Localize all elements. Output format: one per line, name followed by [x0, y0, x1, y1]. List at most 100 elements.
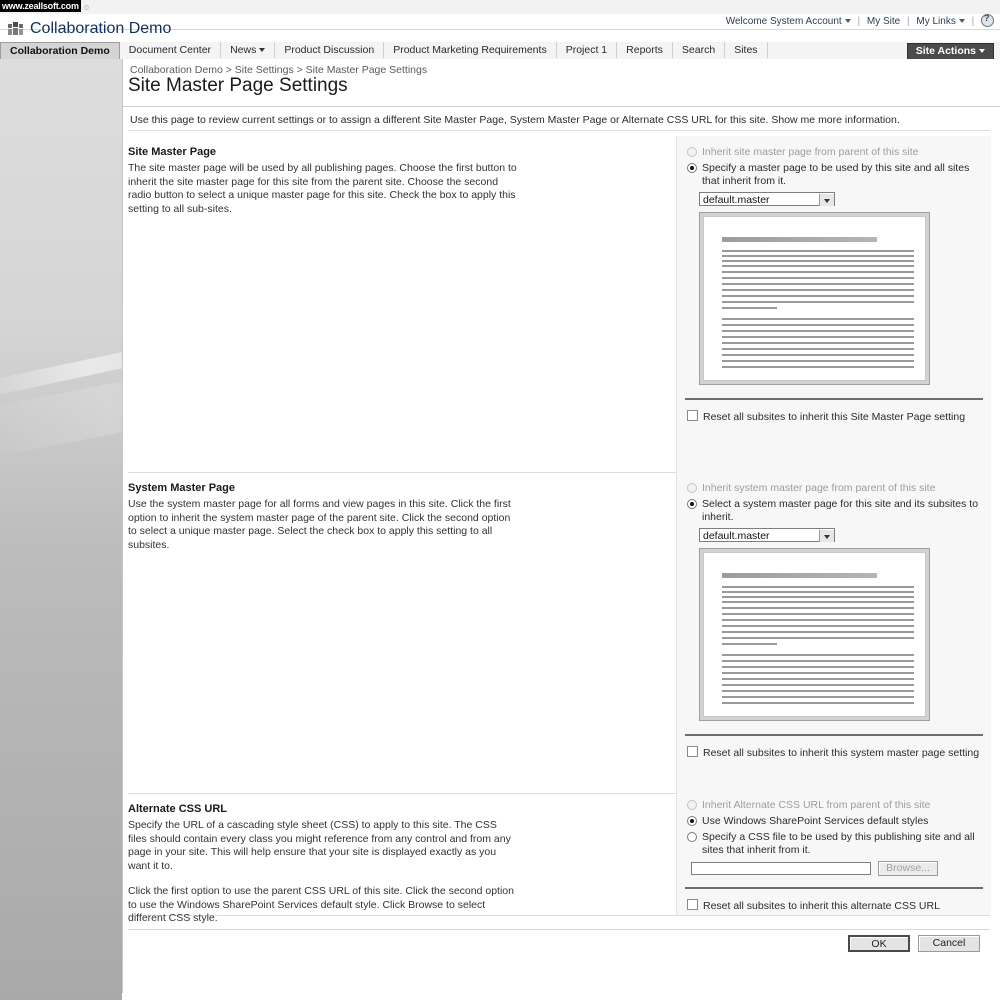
- chevron-down-icon[interactable]: [979, 48, 985, 53]
- tab-product-marketing-requirements[interactable]: Product Marketing Requirements: [384, 42, 557, 58]
- preview-line: [722, 277, 914, 279]
- radio-icon[interactable]: [687, 832, 697, 842]
- radio-default-styles[interactable]: Use Windows SharePoint Services default …: [685, 815, 983, 828]
- radio-specify-site-master-page[interactable]: Specify a master page to be used by this…: [685, 162, 983, 188]
- preview-line: [722, 637, 914, 639]
- preview-short-line: [722, 643, 777, 645]
- css-url-input[interactable]: [691, 861, 871, 875]
- preview-title-bar: [722, 573, 877, 578]
- tab-reports[interactable]: Reports: [617, 42, 673, 58]
- radio-label: Select a system master page for this sit…: [702, 498, 979, 523]
- checkbox-icon[interactable]: [687, 410, 698, 421]
- preview-line: [722, 601, 914, 603]
- preview-line: [722, 607, 914, 609]
- preview-line: [722, 586, 914, 588]
- radio-select-system-master-page[interactable]: Select a system master page for this sit…: [685, 498, 983, 524]
- preview-page-render: [703, 552, 926, 717]
- tab-news[interactable]: News: [221, 42, 276, 58]
- preview-line: [722, 631, 914, 633]
- welcome-menu[interactable]: Welcome System Account: [726, 16, 842, 27]
- separator: |: [906, 16, 910, 28]
- tab-product-discussion[interactable]: Product Discussion: [275, 42, 385, 58]
- checkbox-icon[interactable]: [687, 899, 698, 910]
- radio-icon[interactable]: [687, 483, 697, 493]
- chevron-down-icon[interactable]: [844, 19, 851, 23]
- cancel-button[interactable]: Cancel: [918, 935, 980, 952]
- site-master-page-selected-value: default.master: [703, 194, 770, 206]
- tab-label: News: [230, 44, 257, 56]
- radio-inherit-system-master-page[interactable]: Inherit system master page from parent o…: [685, 482, 983, 495]
- site-actions-menu[interactable]: Site Actions: [906, 43, 994, 60]
- checkbox-reset-site-master-page[interactable]: Reset all subsites to inherit this Site …: [685, 410, 983, 423]
- system-master-page-selected-value: default.master: [703, 530, 770, 542]
- tab-project-1[interactable]: Project 1: [557, 42, 618, 58]
- preview-line: [722, 613, 914, 615]
- top-navigation-tabs: Collaboration Demo Document Center News …: [0, 42, 1000, 60]
- preview-short-line: [722, 307, 777, 309]
- preview-line: [722, 591, 914, 593]
- watermark-bar: www.zeallsoft.com o: [0, 0, 1000, 15]
- tab-label: Document Center: [128, 44, 212, 56]
- css-url-input-field[interactable]: [692, 863, 870, 875]
- my-links-menu[interactable]: My Links: [916, 16, 955, 27]
- separator: |: [971, 16, 975, 28]
- preview-line: [722, 619, 914, 621]
- chevron-down-icon[interactable]: [958, 19, 965, 23]
- section-heading: Alternate CSS URL: [128, 803, 228, 815]
- tab-label: Collaboration Demo: [10, 45, 110, 57]
- chevron-down-icon[interactable]: [819, 529, 834, 542]
- preview-line: [722, 336, 914, 338]
- preview-line: [722, 255, 914, 257]
- preview-line: [722, 295, 914, 297]
- checkbox-reset-alternate-css[interactable]: Reset all subsites to inherit this alter…: [685, 899, 983, 912]
- radio-icon[interactable]: [687, 816, 697, 826]
- radio-label: Specify a master page to be used by this…: [702, 162, 970, 187]
- preview-line: [722, 678, 914, 680]
- chevron-down-icon[interactable]: [259, 47, 266, 52]
- radio-icon[interactable]: [687, 499, 697, 509]
- checkbox-label: Reset all subsites to inherit this syste…: [703, 747, 980, 759]
- my-site-link[interactable]: My Site: [867, 16, 900, 27]
- preview-line: [722, 354, 914, 356]
- tab-label: Search: [681, 44, 716, 56]
- site-master-page-description: Site Master Page The site master page wi…: [128, 136, 673, 216]
- section-heading: System Master Page: [128, 482, 235, 494]
- checkbox-reset-system-master-page[interactable]: Reset all subsites to inherit this syste…: [685, 746, 983, 759]
- page-description: Use this page to review current settings…: [130, 114, 900, 126]
- site-actions-label: Site Actions: [915, 45, 976, 57]
- browse-button[interactable]: Browse...: [878, 861, 939, 876]
- tab-label: Sites: [734, 44, 758, 56]
- people-group-icon: [8, 20, 24, 36]
- preview-line: [722, 666, 914, 668]
- tab-collaboration-demo[interactable]: Collaboration Demo: [0, 42, 120, 59]
- tab-search[interactable]: Search: [673, 42, 726, 58]
- checkbox-label: Reset all subsites to inherit this alter…: [703, 900, 940, 912]
- preview-line: [722, 660, 914, 662]
- preview-line: [722, 289, 914, 291]
- checkbox-icon[interactable]: [687, 746, 698, 757]
- radio-inherit-site-master-page[interactable]: Inherit site master page from parent of …: [685, 146, 983, 159]
- tab-document-center[interactable]: Document Center: [120, 42, 222, 58]
- tab-sites[interactable]: Sites: [725, 42, 768, 58]
- radio-label: Inherit Alternate CSS URL from parent of…: [702, 799, 931, 811]
- global-links: Welcome System Account | My Site | My Li…: [726, 13, 994, 28]
- preview-line: [722, 360, 914, 362]
- preview-line: [722, 696, 914, 698]
- ok-button[interactable]: OK: [848, 935, 910, 952]
- system-master-page-select[interactable]: default.master: [699, 528, 835, 542]
- site-master-page-select[interactable]: default.master: [699, 192, 835, 206]
- preview-line: [722, 283, 914, 285]
- chevron-down-icon[interactable]: [819, 193, 834, 206]
- radio-icon[interactable]: [687, 800, 697, 810]
- radio-specify-css-file[interactable]: Specify a CSS file to be used by this pu…: [685, 831, 983, 857]
- radio-icon[interactable]: [687, 163, 697, 173]
- help-icon[interactable]: [981, 13, 994, 27]
- radio-inherit-alternate-css[interactable]: Inherit Alternate CSS URL from parent of…: [685, 799, 983, 812]
- preview-line: [722, 366, 914, 368]
- section-body: The site master page will be used by all…: [128, 162, 517, 215]
- alternate-css-controls: Inherit Alternate CSS URL from parent of…: [676, 793, 991, 915]
- radio-icon[interactable]: [687, 147, 697, 157]
- site-title[interactable]: Collaboration Demo: [30, 20, 171, 38]
- tab-label: Product Discussion: [284, 44, 375, 56]
- preview-page-render: [703, 216, 926, 381]
